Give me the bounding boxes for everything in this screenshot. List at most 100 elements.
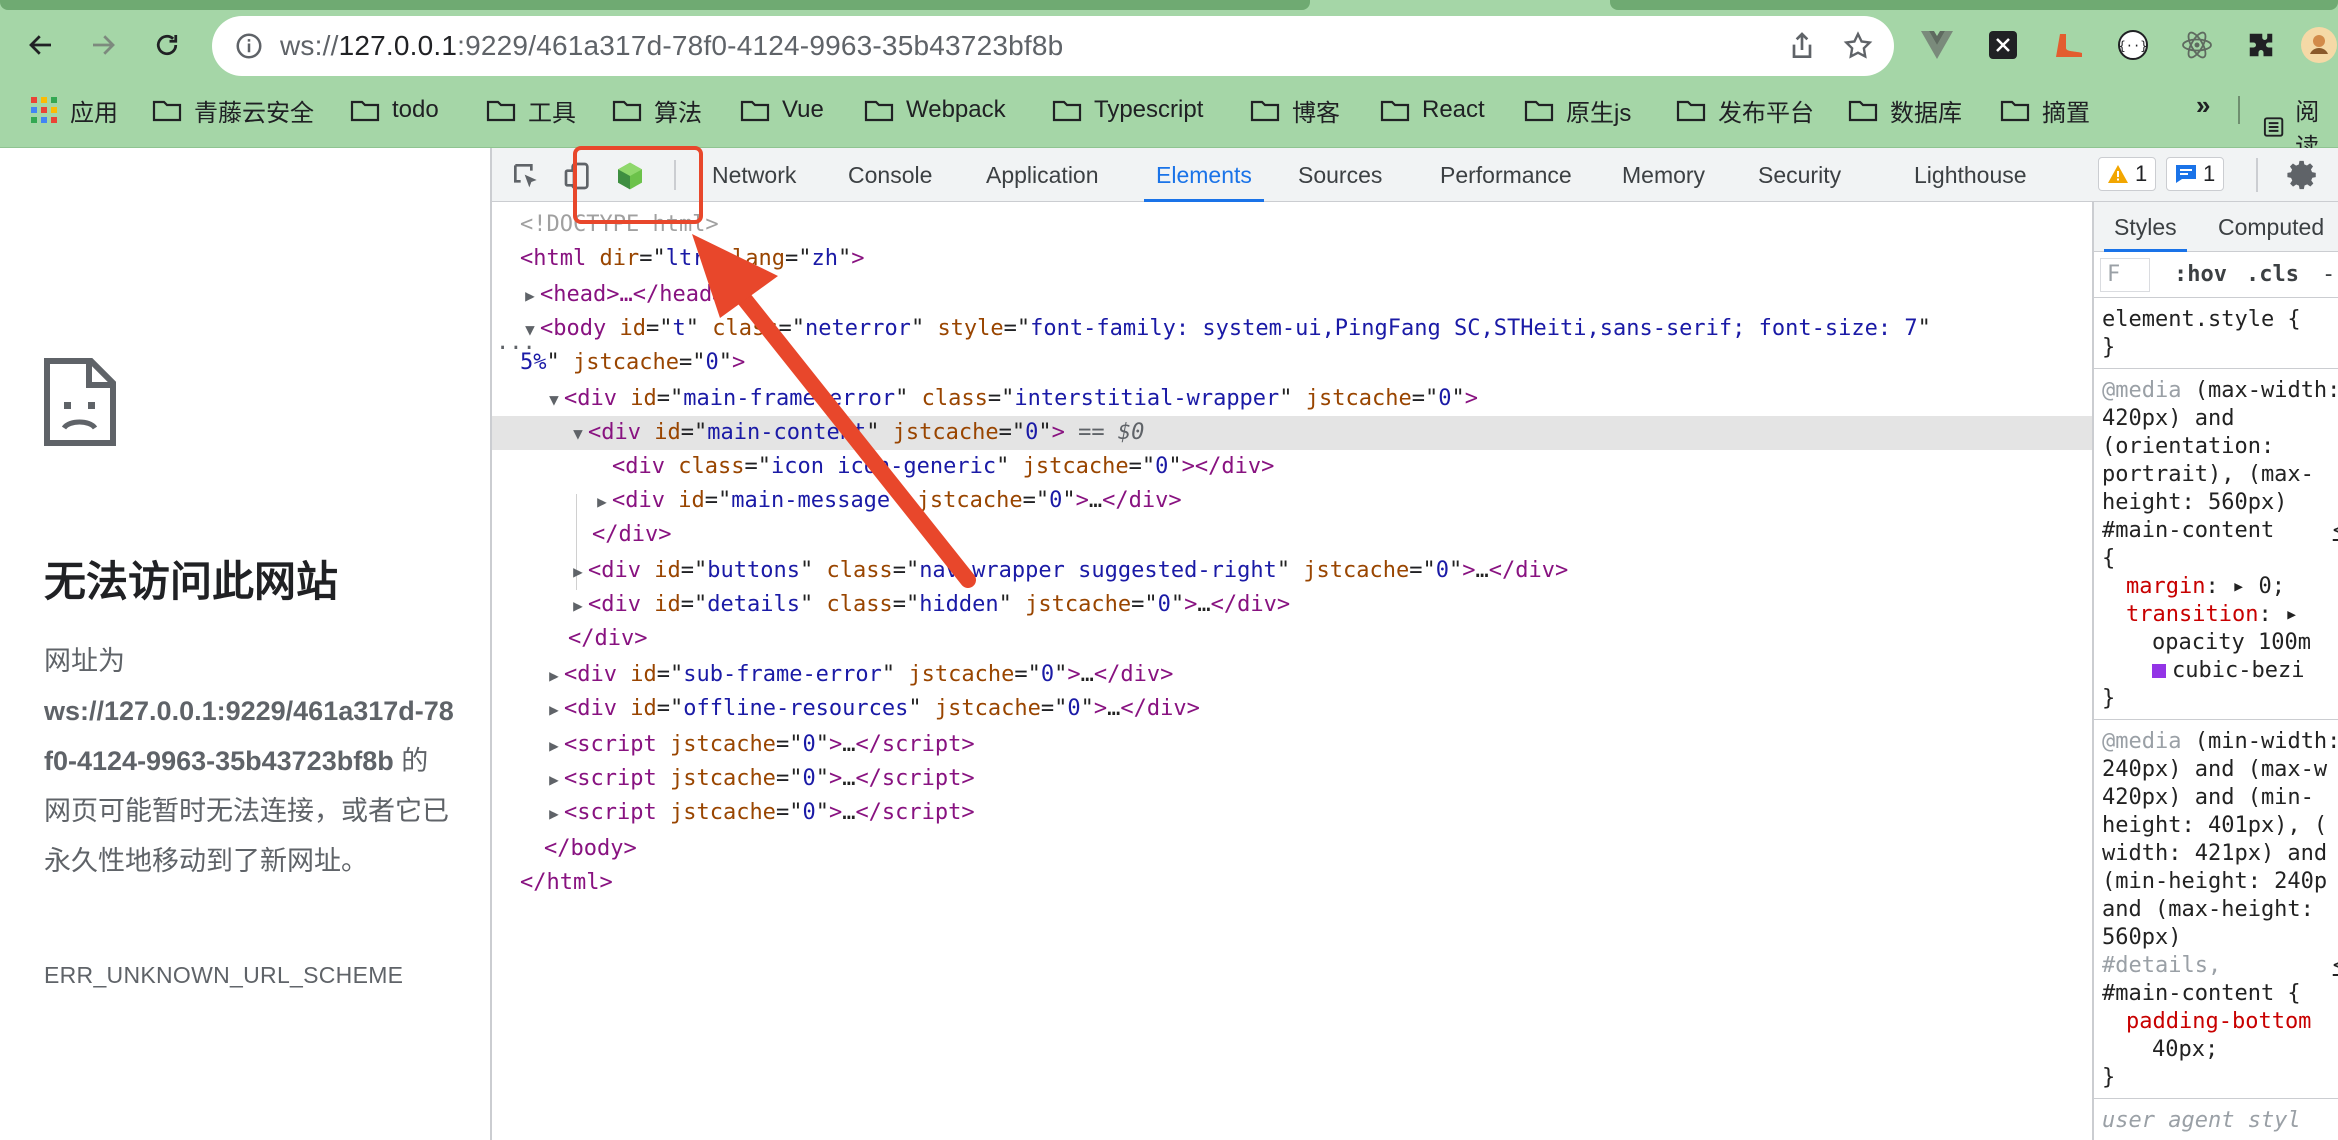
profile-avatar-icon[interactable] bbox=[2300, 26, 2338, 64]
dom-node-line[interactable]: <html dir="ltr" lang="zh"> bbox=[492, 242, 2092, 276]
tab-application[interactable]: Application bbox=[986, 148, 1099, 202]
x-extension-icon[interactable] bbox=[1984, 26, 2022, 64]
bookmark-label: 青藤云安全 bbox=[194, 99, 314, 127]
bookmark-item[interactable]: 原生js bbox=[1524, 92, 1631, 128]
media-query-text: 240px) and (max-w bbox=[2102, 757, 2328, 782]
tab-memory[interactable]: Memory bbox=[1622, 148, 1705, 202]
extensions-puzzle-icon[interactable] bbox=[2242, 26, 2280, 64]
media-query-text: @media (min-width: bbox=[2102, 729, 2338, 754]
folder-icon bbox=[1524, 98, 1554, 122]
bookmark-label: 算法 bbox=[654, 99, 702, 127]
dom-node-line[interactable]: ▶ <div id="buttons" class="nav-wrapper su… bbox=[492, 554, 2092, 588]
rule-selector: #main-content { bbox=[2102, 981, 2301, 1006]
bookmark-item[interactable]: 青藤云安全 bbox=[152, 92, 314, 128]
inspect-element-icon[interactable] bbox=[510, 160, 542, 192]
tab-security[interactable]: Security bbox=[1758, 148, 1841, 202]
address-bar[interactable]: ws://127.0.0.1:9229/461a317d-78f0-4124-9… bbox=[212, 16, 1894, 76]
dom-node-line[interactable]: ▶ <div id="main-message" jstcache="0">…</… bbox=[492, 484, 2092, 518]
media-rule-main-content[interactable]: @media (max-width: 420px) and (orientation… bbox=[2094, 369, 2338, 720]
forward-button[interactable] bbox=[80, 22, 126, 68]
dom-node-line[interactable]: ▼ <div id="main-frame-error" class="inter… bbox=[492, 382, 2092, 416]
dom-node-line[interactable]: 5%" jstcache="0"> bbox=[492, 346, 2092, 380]
tab-sources[interactable]: Sources bbox=[1298, 148, 1382, 202]
tab-styles[interactable]: Styles bbox=[2104, 202, 2187, 252]
dom-node-line[interactable]: ▶ <div id="offline-resources" jstcache="0… bbox=[492, 692, 2092, 726]
tab-inactive-edge[interactable] bbox=[1610, 0, 2338, 10]
dom-node-line[interactable]: </div> bbox=[492, 622, 2092, 656]
elements-dom-tree[interactable]: ··· <!DOCTYPE html> <html dir="ltr" lang=… bbox=[492, 202, 2092, 1140]
tab-lighthouse[interactable]: Lighthouse bbox=[1914, 148, 2027, 202]
dom-node-line[interactable]: ▶ <div id="sub-frame-error" jstcache="0">… bbox=[492, 658, 2092, 692]
tab-elements[interactable]: Elements bbox=[1144, 148, 1264, 202]
settings-gear-icon[interactable] bbox=[2286, 158, 2320, 192]
rule-close: } bbox=[2102, 686, 2116, 711]
bookmark-item[interactable]: React bbox=[1380, 92, 1485, 128]
error-title: 无法访问此网站 bbox=[44, 558, 339, 605]
warnings-badge[interactable]: 1 bbox=[2098, 157, 2157, 191]
source-link[interactable]: < bbox=[2333, 952, 2338, 980]
error-message: 网址为 ws://127.0.0.1:9229/461a317d-78f0-41… bbox=[44, 636, 454, 886]
dom-node-line[interactable]: ▶ <head>…</head> bbox=[492, 278, 2092, 312]
styles-filter-input[interactable]: F bbox=[2100, 258, 2150, 292]
react-devtools-icon[interactable] bbox=[2178, 26, 2216, 64]
css-property[interactable]: margin: ▸ 0; bbox=[2102, 573, 2338, 601]
bookmark-item[interactable]: 工具 bbox=[486, 92, 576, 128]
bookmarks-overflow-button[interactable]: » bbox=[2196, 90, 2210, 121]
bookmark-label: React bbox=[1422, 96, 1485, 123]
media-query-text: (orientation: bbox=[2102, 434, 2275, 459]
bookmarks-bar: 应用 青藤云安全 todo 工具 算法 Vue Webpack Typescript 博客 Rea… bbox=[0, 88, 2338, 130]
bookmark-item[interactable]: Vue bbox=[740, 92, 824, 128]
boot-extension-icon[interactable] bbox=[2050, 26, 2088, 64]
hov-toggle[interactable]: :hov bbox=[2174, 258, 2227, 292]
media-query-text: @media (max-width: bbox=[2102, 378, 2338, 403]
bookmark-item[interactable]: Typescript bbox=[1052, 92, 1203, 128]
new-rule-button[interactable]: - bbox=[2322, 258, 2335, 292]
styles-pane: Styles Computed F :hov .cls - element.st… bbox=[2092, 202, 2338, 1140]
dom-node-line[interactable]: ▼ <div id="main-content" jstcache="0"> ==… bbox=[492, 416, 2092, 450]
tab-performance[interactable]: Performance bbox=[1440, 148, 1572, 202]
tab-network[interactable]: Network bbox=[712, 148, 796, 202]
bookmark-item[interactable]: 数据库 bbox=[1848, 92, 1962, 128]
cls-toggle[interactable]: .cls bbox=[2246, 258, 2299, 292]
tab-active-edge[interactable] bbox=[0, 0, 1310, 10]
dom-node-line[interactable]: </html> bbox=[492, 866, 2092, 900]
vue-devtools-icon[interactable] bbox=[1918, 26, 1956, 64]
star-icon[interactable] bbox=[1842, 30, 1874, 62]
tab-computed[interactable]: Computed bbox=[2218, 202, 2324, 252]
reload-icon bbox=[156, 34, 178, 56]
dom-node-line[interactable]: ▶ <script jstcache="0">…</script> bbox=[492, 728, 2092, 762]
dom-node-line[interactable]: ▶ <script jstcache="0">…</script> bbox=[492, 796, 2092, 830]
json-formatter-icon[interactable]: {··} bbox=[2114, 26, 2152, 64]
source-link[interactable]: < bbox=[2333, 517, 2338, 545]
dom-node-line[interactable]: ▼ <body id="t" class="neterror" style="fo… bbox=[492, 312, 2092, 346]
folder-icon bbox=[1848, 98, 1878, 122]
url-text[interactable]: ws://127.0.0.1:9229/461a317d-78f0-4124-9… bbox=[280, 30, 1063, 62]
bookmark-item[interactable]: todo bbox=[350, 92, 439, 128]
element-style-rule[interactable]: element.style { } bbox=[2094, 298, 2338, 369]
css-property[interactable]: transition: ▸ bbox=[2102, 601, 2338, 629]
style-rules: element.style { } @media (max-width: 420p… bbox=[2094, 298, 2338, 1140]
reload-button[interactable] bbox=[144, 22, 190, 68]
bookmark-item[interactable]: 摘置 bbox=[2000, 92, 2090, 128]
bookmark-label: 原生js bbox=[1566, 99, 1632, 127]
css-property[interactable]: padding-bottom bbox=[2102, 1008, 2338, 1036]
dom-node-line[interactable]: </div> bbox=[492, 518, 2092, 552]
dom-node-line[interactable]: <!DOCTYPE html> bbox=[492, 208, 2092, 242]
bookmark-item[interactable]: 发布平台 bbox=[1676, 92, 1814, 128]
bookmark-item[interactable]: 博客 bbox=[1250, 92, 1340, 128]
media-rule-details[interactable]: @media (min-width: 240px) and (max-w 420px… bbox=[2094, 720, 2338, 1099]
dom-node-line[interactable]: ▶ <script jstcache="0">…</script> bbox=[492, 762, 2092, 796]
info-icon[interactable] bbox=[234, 31, 264, 61]
bezier-swatch-icon[interactable] bbox=[2152, 664, 2166, 678]
dom-node-line[interactable]: </body> bbox=[492, 832, 2092, 866]
messages-badge[interactable]: 1 bbox=[2166, 157, 2225, 191]
bookmark-item[interactable]: 应用 bbox=[30, 92, 118, 128]
share-icon[interactable] bbox=[1786, 30, 1818, 62]
dom-node-line[interactable]: ▶ <div id="details" class="hidden" jstcac… bbox=[492, 588, 2092, 622]
css-value: 40px; bbox=[2152, 1037, 2219, 1062]
tab-console[interactable]: Console bbox=[848, 148, 932, 202]
back-button[interactable] bbox=[18, 22, 64, 68]
bookmark-item[interactable]: 算法 bbox=[612, 92, 702, 128]
bookmark-item[interactable]: Webpack bbox=[864, 92, 1006, 128]
dom-node-line[interactable]: <div class="icon icon-generic" jstcache=… bbox=[492, 450, 2092, 484]
